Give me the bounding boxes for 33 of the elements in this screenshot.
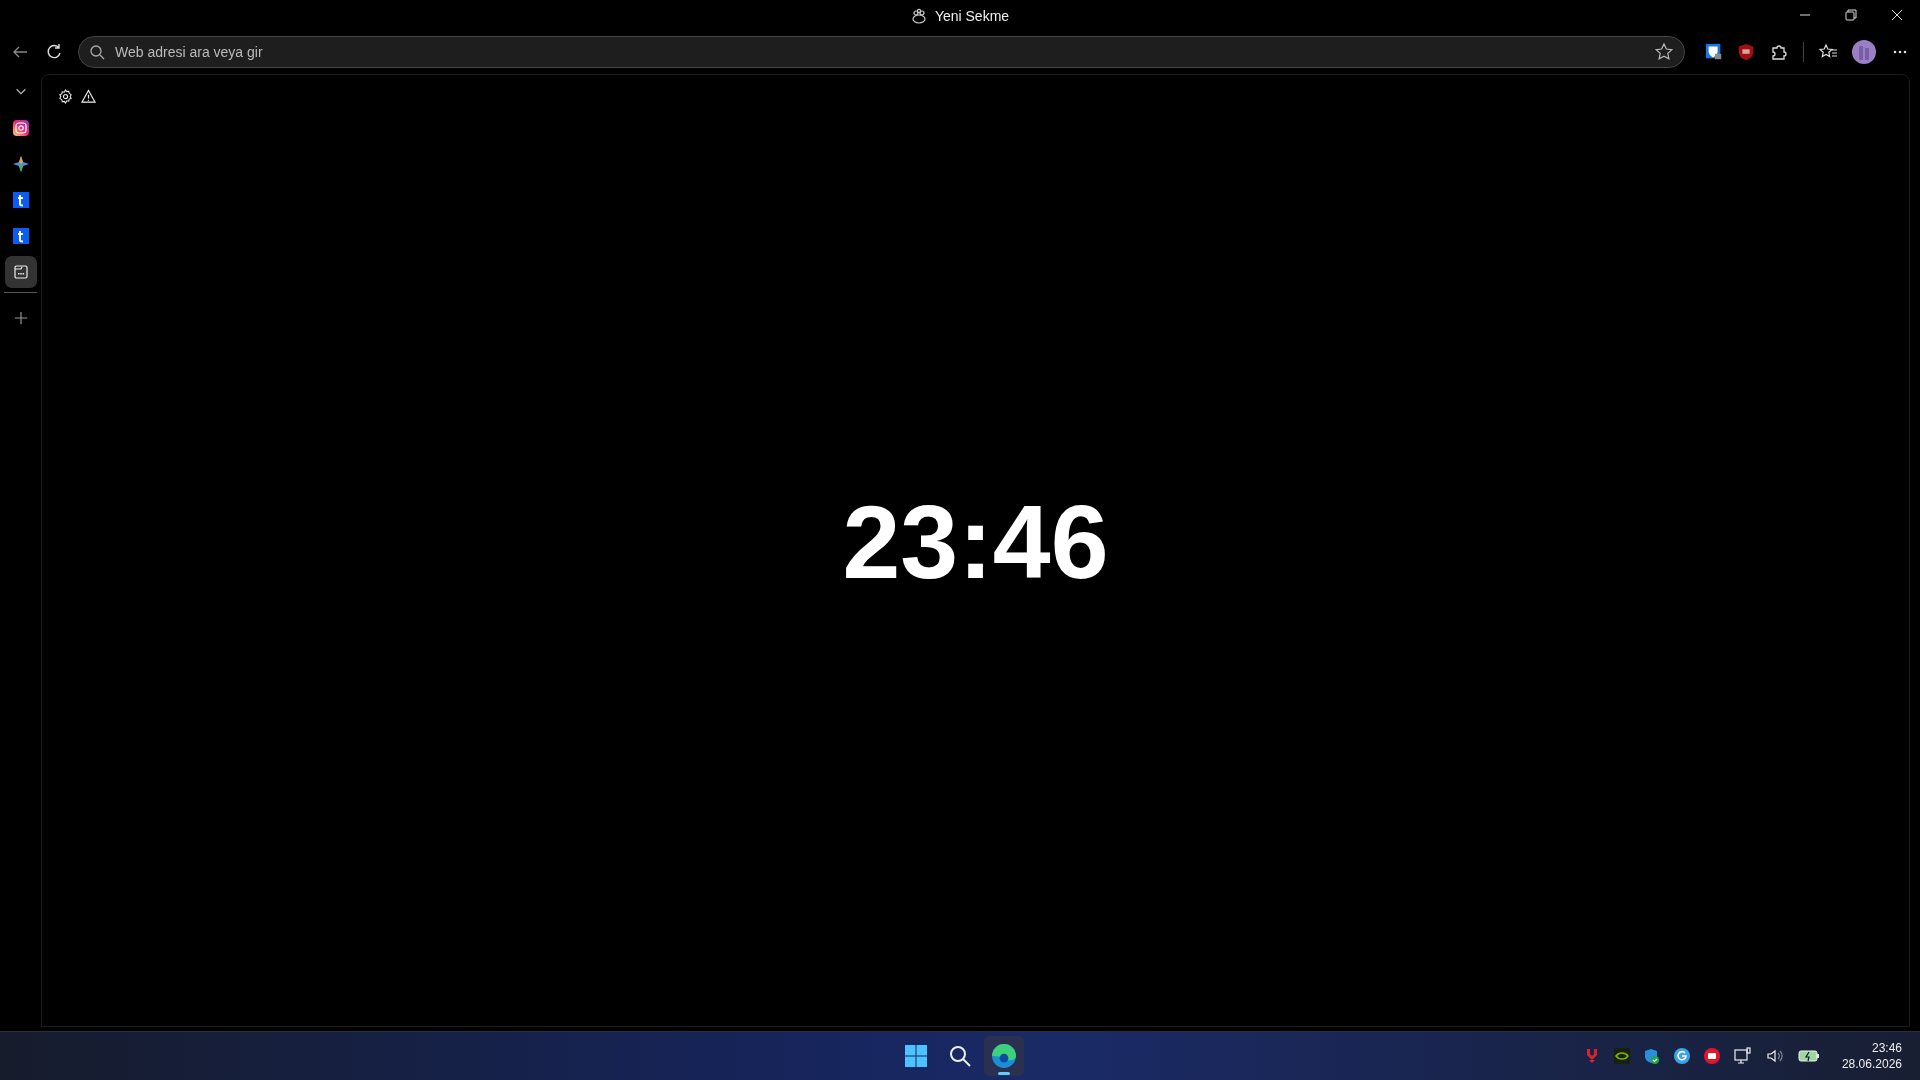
- tab-icon: [910, 8, 927, 24]
- search-icon: [948, 1044, 972, 1068]
- clock-time: 23:46: [842, 482, 1109, 602]
- window-title: Yeni Sekme: [934, 8, 1010, 24]
- network-icon[interactable]: [1733, 1047, 1752, 1065]
- panel-icon: [12, 264, 29, 280]
- sparkle-icon: [12, 156, 29, 172]
- sidebar-item[interactable]: [4, 256, 37, 288]
- eye-logo-icon[interactable]: [1613, 1048, 1630, 1064]
- letter-tile-icon: [12, 228, 29, 244]
- letter-tile-icon: [12, 192, 29, 208]
- address-bar[interactable]: Web adresi ara veya gir: [78, 36, 1685, 68]
- extensions-icon[interactable]: [1769, 42, 1789, 62]
- profile-avatar[interactable]: [1852, 40, 1876, 64]
- round-badge-icon[interactable]: [1703, 1048, 1720, 1064]
- shield-icon[interactable]: [1737, 43, 1755, 61]
- taskbar-time[interactable]: 23:46: [1871, 1041, 1902, 1055]
- warning-icon[interactable]: [81, 89, 96, 104]
- add-icon[interactable]: [13, 311, 28, 325]
- shield-lock-icon[interactable]: [1705, 43, 1723, 61]
- search-icon: [89, 44, 105, 60]
- battery-icon[interactable]: [1797, 1049, 1820, 1063]
- taskbar-app[interactable]: [984, 1036, 1024, 1076]
- taskbar-date[interactable]: 28.06.2026: [1841, 1057, 1902, 1071]
- shield-check-icon[interactable]: [1643, 1048, 1660, 1064]
- windows-logo-icon: [904, 1044, 928, 1068]
- favorite-star-icon[interactable]: [1654, 42, 1674, 62]
- browser-logo-icon: [991, 1043, 1017, 1069]
- camera-icon: [12, 120, 29, 136]
- address-field[interactable]: Web adresi ara veya gir: [113, 43, 1646, 61]
- speaker-icon[interactable]: [1765, 1047, 1784, 1065]
- settings-icon[interactable]: [58, 89, 73, 104]
- round-logo-icon[interactable]: [1673, 1048, 1690, 1064]
